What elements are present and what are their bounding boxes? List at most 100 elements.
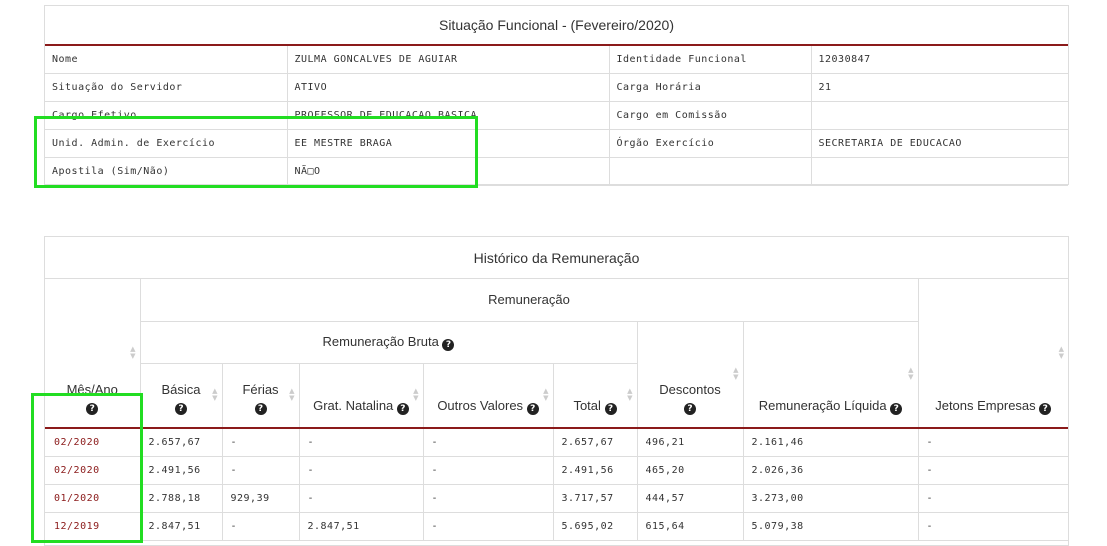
header-remuneracao-liquida-label: Remuneração Líquida (758, 398, 887, 413)
outros-valores-cell: - (423, 456, 554, 485)
grat-natalina-cell: - (299, 456, 424, 485)
info-label: Cargo em Comissão (609, 101, 812, 130)
header-mes-ano[interactable]: Mês/Ano ? ▲ ▼ (45, 279, 141, 429)
header-ferias[interactable]: Férias ? ▲ ▼ (222, 363, 300, 429)
header-outros-valores-label: Outros Valores (437, 398, 524, 413)
total-cell: 2.657,67 (553, 428, 638, 457)
info-label: Apostila (Sim/Não) (45, 157, 288, 186)
info-row-unidade: Unid. Admin. de Exercício EE MESTRE BRAG… (45, 129, 1068, 158)
question-circle-icon[interactable]: ? (604, 403, 617, 415)
header-descontos-label: Descontos (659, 382, 721, 397)
question-circle-icon[interactable]: ? (1039, 403, 1052, 415)
header-total[interactable]: Total ? ▲ ▼ (553, 363, 638, 429)
basica-cell: 2.788,18 (140, 484, 223, 513)
header-jetons[interactable]: Jetons Empresas ? ▲ ▼ (918, 279, 1068, 429)
ferias-cell: 929,39 (222, 484, 300, 513)
sort-arrows-icon[interactable]: ▲ ▼ (733, 367, 738, 381)
ferias-cell: - (222, 428, 300, 457)
header-ferias-label: Férias (242, 382, 279, 397)
ferias-cell: - (222, 456, 300, 485)
jetons-cell: - (918, 428, 1068, 457)
sort-arrows-icon[interactable]: ▲ ▼ (130, 346, 135, 360)
info-row-situacao: Situação do Servidor ATIVO Carga Horária… (45, 73, 1068, 102)
total-cell: 5.695,02 (553, 512, 638, 541)
situacao-funcional-panel: Situação Funcional - (Fevereiro/2020) No… (44, 5, 1069, 186)
header-remuneracao: Remuneração (140, 279, 919, 322)
sort-arrows-icon[interactable]: ▲ ▼ (212, 388, 217, 402)
basica-cell: 2.657,67 (140, 428, 223, 457)
info-row-apostila: Apostila (Sim/Não) NÃ□O (45, 157, 1068, 186)
question-circle-icon[interactable]: ? (890, 403, 903, 415)
month-year-cell[interactable]: 12/2019 (45, 512, 141, 541)
month-year-cell[interactable]: 02/2020 (45, 456, 141, 485)
remuneracao-liquida-cell: 2.026,36 (743, 456, 919, 485)
info-value: ZULMA GONCALVES DE AGUIAR (287, 46, 610, 74)
header-remuneracao-liquida[interactable]: Remuneração Líquida ? ▲ ▼ (743, 321, 919, 429)
header-basica-label: Básica (161, 382, 201, 397)
question-circle-icon[interactable]: ? (86, 403, 99, 415)
historico-remuneracao-panel: Histórico da Remuneração Mês/Ano ? ▲ ▼ Re… (44, 236, 1069, 546)
question-circle-icon[interactable]: ? (254, 403, 267, 415)
info-row-nome: Nome ZULMA GONCALVES DE AGUIAR Identidad… (45, 46, 1068, 74)
question-circle-icon[interactable]: ? (526, 403, 539, 415)
jetons-cell: - (918, 484, 1068, 513)
info-label (609, 157, 812, 186)
table-row: 02/2020 2.491,56 - - - 2.491,56 465,20 2… (45, 456, 1068, 485)
sort-arrows-icon[interactable]: ▲ ▼ (627, 388, 632, 402)
sort-arrows-icon[interactable]: ▲ ▼ (289, 388, 294, 402)
table-row: 12/2019 2.847,51 - 2.847,51 - 5.695,02 6… (45, 512, 1068, 541)
remuneracao-liquida-cell: 5.079,38 (743, 512, 919, 541)
info-label: Carga Horária (609, 73, 812, 102)
info-label: Órgão Exercício (609, 129, 812, 158)
info-label: Cargo Efetivo (45, 101, 288, 130)
situacao-funcional-table: Nome ZULMA GONCALVES DE AGUIAR Identidad… (45, 46, 1068, 186)
info-value: PROFESSOR DE EDUCACAO BASICA (287, 101, 610, 130)
info-value (811, 157, 1068, 186)
question-circle-icon[interactable]: ? (175, 403, 187, 415)
header-mes-ano-label: Mês/Ano (66, 382, 118, 397)
header-basica[interactable]: Básica ? ▲ ▼ (140, 363, 223, 429)
month-year-cell[interactable]: 02/2020 (45, 428, 141, 457)
descontos-cell: 496,21 (637, 428, 744, 457)
info-label: Unid. Admin. de Exercício (45, 129, 288, 158)
outros-valores-cell: - (423, 512, 554, 541)
question-circle-icon[interactable]: ? (396, 403, 409, 415)
descontos-cell: 615,64 (637, 512, 744, 541)
historico-title: Histórico da Remuneração (45, 237, 1068, 279)
grat-natalina-cell: - (299, 428, 424, 457)
descontos-cell: 465,20 (637, 456, 744, 485)
header-jetons-label: Jetons Empresas (935, 398, 1036, 413)
situacao-funcional-title: Situação Funcional - (Fevereiro/2020) (45, 6, 1068, 46)
sort-arrows-icon[interactable]: ▲ ▼ (413, 388, 418, 402)
sort-arrows-icon[interactable]: ▲ ▼ (543, 388, 548, 402)
remuneracao-liquida-cell: 3.273,00 (743, 484, 919, 513)
total-cell: 3.717,57 (553, 484, 638, 513)
month-year-cell[interactable]: 01/2020 (45, 484, 141, 513)
historico-table: Mês/Ano ? ▲ ▼ Remuneração Jetons Empresas… (45, 279, 1068, 541)
header-total-label: Total (573, 398, 601, 413)
grat-natalina-cell: - (299, 484, 424, 513)
info-value: NÃ□O (287, 157, 610, 186)
info-value (811, 101, 1068, 130)
info-label: Situação do Servidor (45, 73, 288, 102)
header-remuneracao-bruta: Remuneração Bruta ? (140, 321, 638, 364)
outros-valores-cell: - (423, 484, 554, 513)
sort-arrows-icon[interactable]: ▲ ▼ (908, 367, 913, 381)
header-descontos[interactable]: Descontos ? ▲ ▼ (637, 321, 744, 429)
header-outros-valores[interactable]: Outros Valores ? ▲ ▼ (423, 363, 554, 429)
jetons-cell: - (918, 456, 1068, 485)
info-label: Identidade Funcional (609, 46, 812, 74)
question-circle-icon[interactable]: ? (684, 403, 696, 415)
descontos-cell: 444,57 (637, 484, 744, 513)
header-grat-natalina-label: Grat. Natalina (313, 398, 394, 413)
info-value: 21 (811, 73, 1068, 102)
info-row-cargo: Cargo Efetivo PROFESSOR DE EDUCACAO BASI… (45, 101, 1068, 130)
info-value: 12030847 (811, 46, 1068, 74)
question-circle-icon[interactable]: ? (442, 338, 455, 351)
info-label: Nome (45, 46, 288, 74)
header-grat-natalina[interactable]: Grat. Natalina ? ▲ ▼ (299, 363, 424, 429)
table-row: 02/2020 2.657,67 - - - 2.657,67 496,21 2… (45, 428, 1068, 457)
basica-cell: 2.847,51 (140, 512, 223, 541)
sort-arrows-icon[interactable]: ▲ ▼ (1059, 346, 1064, 360)
grat-natalina-cell: 2.847,51 (299, 512, 424, 541)
